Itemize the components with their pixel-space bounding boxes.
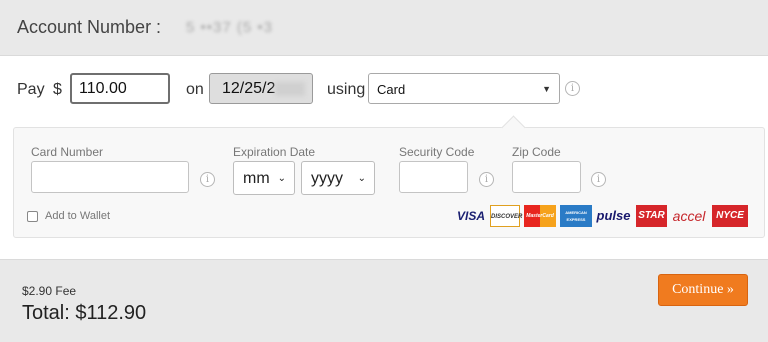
info-icon[interactable]: i [200,172,215,187]
fee-text: $2.90 Fee [22,284,77,298]
security-code-label: Security Code [399,145,475,159]
using-label: using [327,81,366,98]
on-label: on [186,81,204,98]
pulse-logo: pulse [596,208,631,223]
payment-summary: $2.90 Fee Total: $112.90 Continue » [0,259,768,342]
expiration-date-label: Expiration Date [233,145,316,159]
visa-logo: VISA [456,209,485,223]
discover-logo: DISCOVER [490,205,522,227]
payment-row: Pay $ 110.00 on 12/25/2 using Card ▼ i [0,70,768,108]
continue-button[interactable]: Continue » [658,274,748,306]
expiration-year-select[interactable]: yyyy ⌄ [301,161,375,195]
expiration-year-value: yyyy [311,170,343,187]
expiration-month-select[interactable]: mm ⌄ [233,161,295,195]
amex-logo: AMERICAN EXPRESS [560,205,592,227]
info-icon[interactable]: i [479,172,494,187]
payment-date-input[interactable]: 12/25/2 [209,73,313,104]
pay-label: Pay [17,81,45,98]
account-header: Account Number : 5 ••37 (5 •3 [0,0,768,56]
security-code-input[interactable] [399,161,468,193]
zip-code-input[interactable] [512,161,581,193]
mastercard-logo: MasterCard [524,205,556,227]
zip-code-label: Zip Code [512,145,561,159]
chevron-down-icon: ⌄ [277,173,286,184]
account-number-value: 5 ••37 (5 •3 [186,19,273,36]
star-logo: STAR [636,205,667,227]
expiration-month-value: mm [243,170,270,187]
payment-date-value: 12/25/2 [222,80,276,97]
currency-symbol: $ [53,81,62,98]
total-amount: Total: $112.90 [22,302,147,324]
accel-logo: accel [672,208,706,224]
card-number-input[interactable] [31,161,189,193]
add-to-wallet-label: Add to Wallet [45,210,111,222]
account-number-label: Account Number : [17,17,162,37]
add-to-wallet-checkbox[interactable] [27,211,38,222]
nyce-logo: NYCE [712,205,748,227]
chevron-down-icon: ⌄ [357,173,366,184]
payment-method-value: Card [377,82,406,97]
info-icon[interactable]: i [591,172,606,187]
chevron-down-icon: ▼ [542,84,551,94]
payment-method-select[interactable]: Card ▼ [368,73,560,104]
amount-input[interactable]: 110.00 [70,73,170,104]
info-icon[interactable]: i [565,81,580,96]
card-number-label: Card Number [31,145,104,159]
